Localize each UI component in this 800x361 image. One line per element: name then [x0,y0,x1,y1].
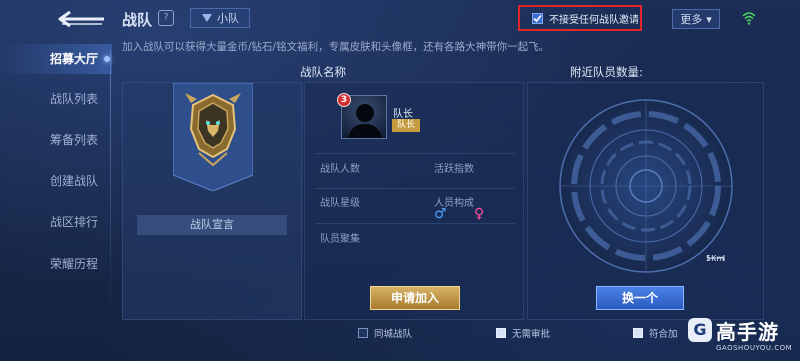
sidebar-item-recruit-hall[interactable]: 招募大厅 [0,44,112,74]
sidebar-item-prep-list[interactable]: 筹备列表 [0,125,112,155]
squad-emblem-icon [202,14,212,22]
filter-label: 符合加 [649,329,678,340]
filter-eligible[interactable]: 符合加 [633,326,678,340]
chevron-down-icon: ▾ [706,12,712,26]
nearby-members-header: 附近队员数量: [570,65,643,79]
apply-join-button[interactable]: 申请加入 [370,286,460,310]
divider [315,188,515,189]
recruit-description: 加入战队可以获得大量金币/钻石/铭文福利，专属皮肤和头像框，还有各路大神带你一起… [122,41,550,53]
no-invite-checkbox[interactable] [532,12,543,24]
filter-no-approval[interactable]: 无需审批 [496,326,550,340]
back-arrow-icon [58,10,104,28]
member-count-label: 战队人数 [320,164,360,175]
sidebar-item-label: 战队列表 [50,92,99,106]
team-emblem-panel: 战队宣言 [122,82,302,320]
wifi-icon [742,12,756,25]
sidebar-item-zone-ranking[interactable]: 战区排行 [0,207,112,237]
filter-label: 无需审批 [512,329,551,340]
team-name-header: 战队名称 [300,65,346,79]
filter-eligible-checkbox[interactable] [633,328,643,338]
gathering-label: 队员聚集 [320,234,360,245]
swap-button[interactable]: 换一个 [596,286,684,310]
sidebar-item-label: 创建战队 [50,174,99,188]
filter-no-approval-checkbox[interactable] [496,328,506,338]
radar-scale-label: 5Km [706,254,725,263]
no-invite-toggle[interactable]: 不接受任何战队邀请 [518,5,642,31]
more-label: 更多 [680,13,703,26]
team-stars-label: 战队星级 [320,198,360,209]
filter-label: 同城战队 [374,329,413,340]
leader-level-badge: 3 [337,93,351,107]
back-button[interactable] [56,9,108,29]
activity-index-label: 活跃指数 [434,164,474,175]
filter-same-city[interactable]: 同城战队 [358,326,412,340]
check-icon [533,14,542,22]
tab-squad-label: 小队 [217,12,239,25]
sidebar-item-label: 战区排行 [50,215,99,229]
leader-role-tag: 队长 [392,119,420,132]
divider [315,223,515,224]
team-banner [172,82,254,192]
leader-name: 队长 [393,109,413,120]
radar-map [530,90,762,280]
sidebar-item-glory-history[interactable]: 荣耀历程 [0,249,112,279]
sidebar-item-create-team[interactable]: 创建战队 [0,166,112,196]
divider [315,153,515,154]
radar-icon [559,99,733,273]
tab-squad[interactable]: 小队 [190,8,250,28]
female-icon: ♀ [474,206,485,222]
active-indicator-icon [104,56,110,62]
more-button[interactable]: 更多 ▾ [672,9,720,29]
team-declaration: 战队宣言 [137,215,287,235]
sidebar-item-label: 筹备列表 [50,133,99,147]
no-invite-label: 不接受任何战队邀请 [549,14,639,26]
male-icon: ♂ [434,206,447,222]
sidebar-item-team-list[interactable]: 战队列表 [0,84,112,114]
help-icon[interactable]: ? [158,10,174,26]
team-emblem-icon [172,82,254,192]
top-bar: 战队 ? 小队 不接受任何战队邀请 更多 ▾ [0,0,800,36]
filter-same-city-checkbox[interactable] [358,328,368,338]
page-title: 战队 [122,11,153,29]
sidebar-item-label: 招募大厅 [50,52,99,66]
sidebar-item-label: 荣耀历程 [50,257,99,271]
